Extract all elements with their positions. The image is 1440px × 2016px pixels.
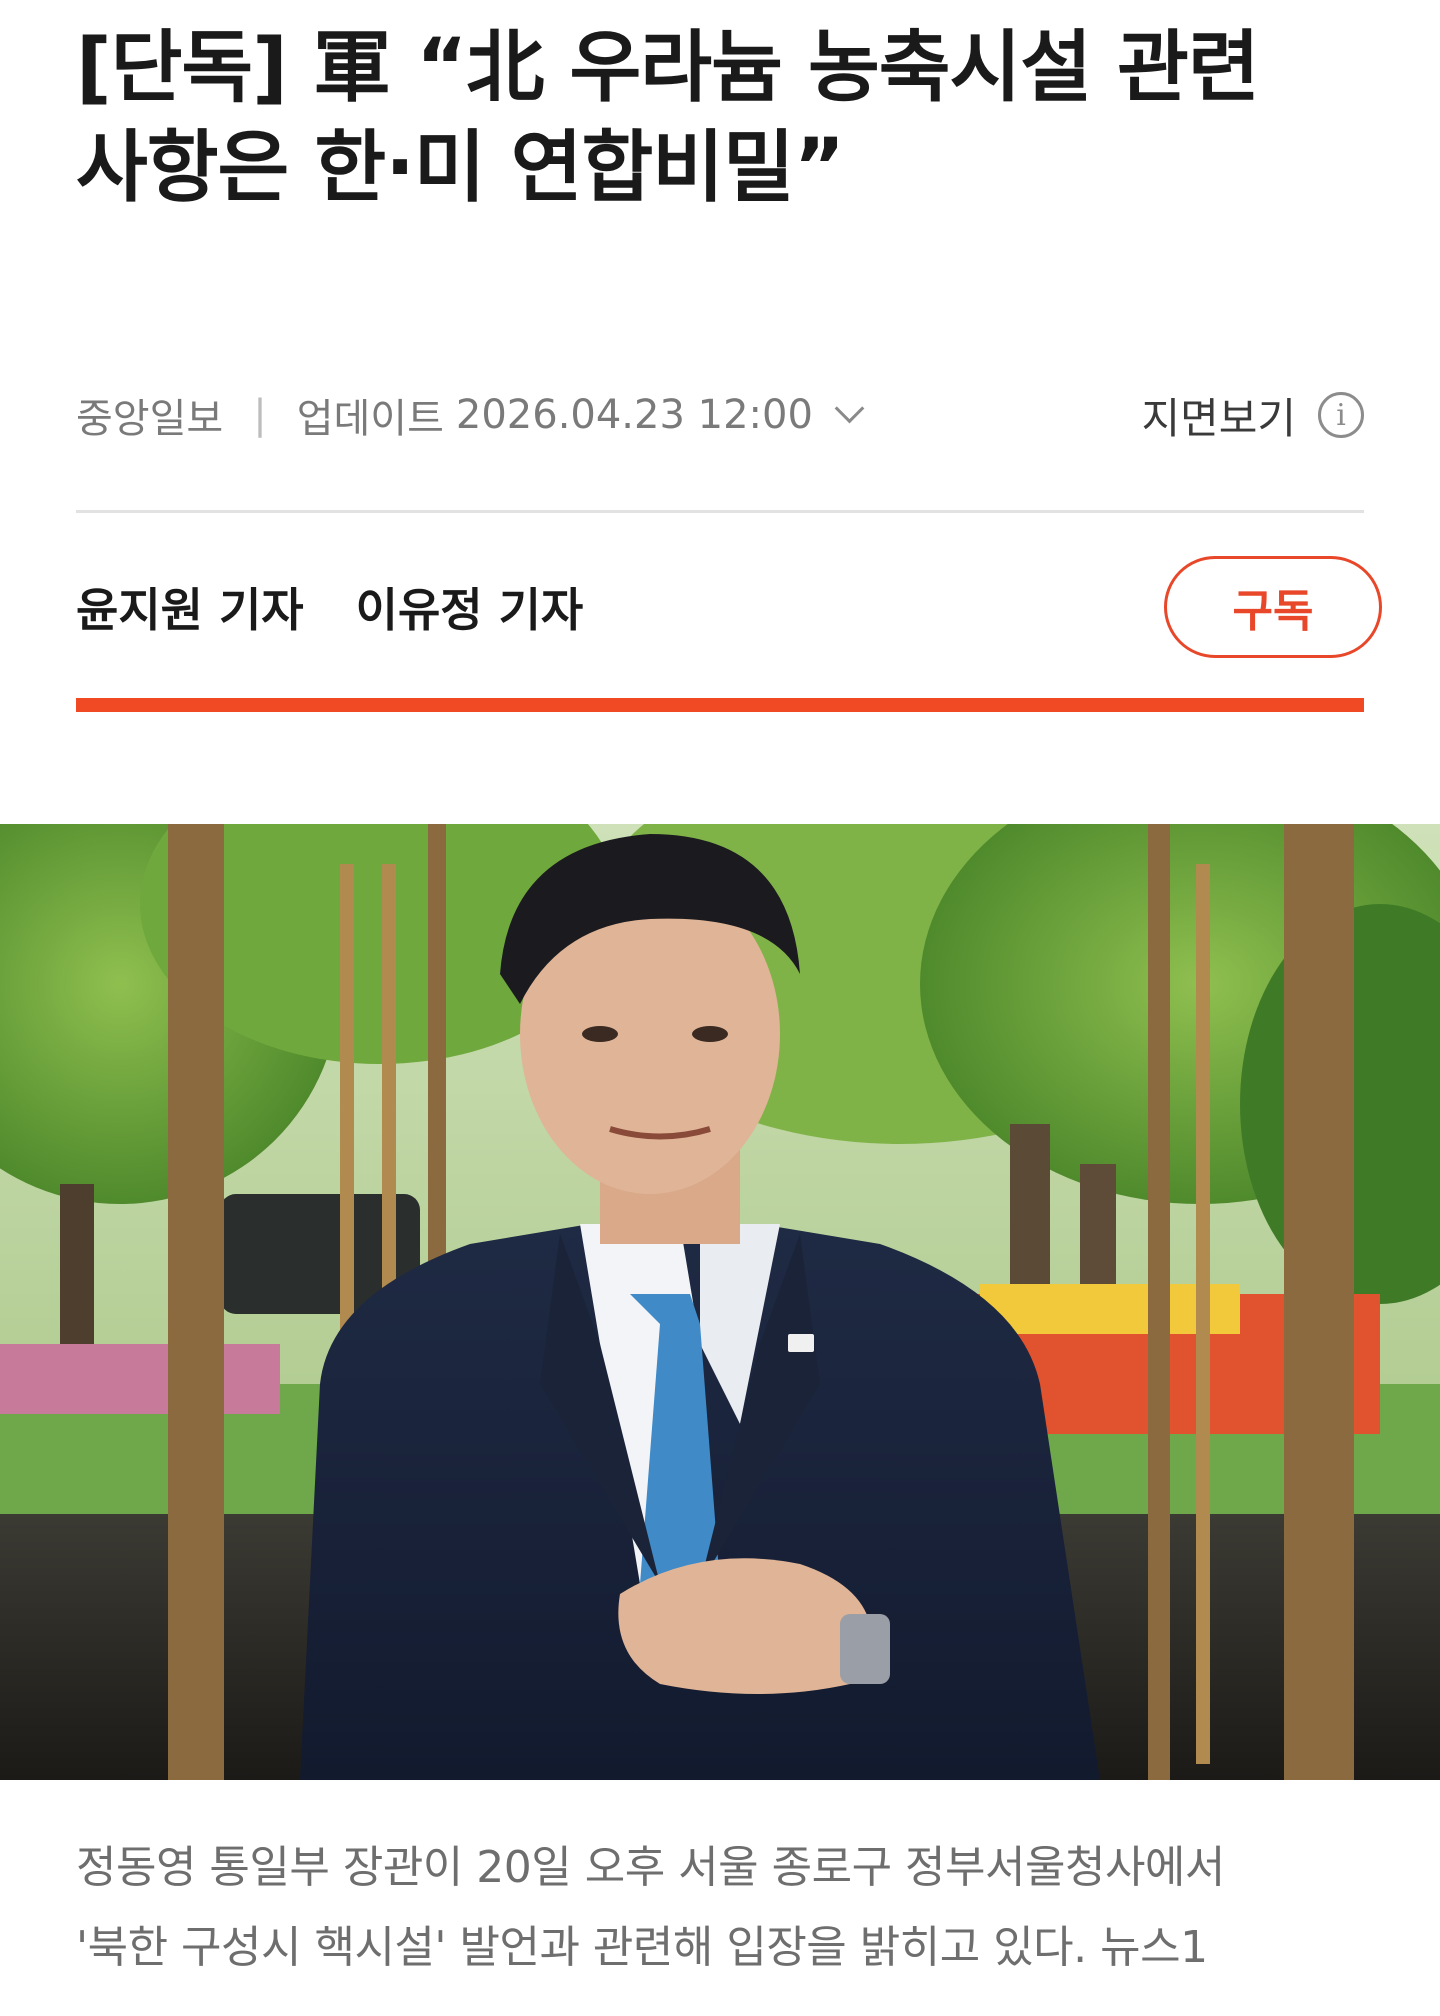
caption-line-2: '북한 구성시 핵시설' 발언과 관련해 입장을 밝히고 있다. 뉴스1: [76, 1922, 1208, 1973]
update-datetime: 2026.04.23 12:00: [455, 392, 813, 438]
publisher-name: 중앙일보: [76, 396, 224, 442]
article-page: [단독] 軍 “北 우라늄 농축시설 관련 사항은 한·미 연합비밀” 중앙일보…: [0, 0, 1440, 2016]
meta-divider: [76, 510, 1364, 513]
headline-line-2: 사항은 한·미 연합비밀”: [76, 123, 845, 213]
paper-view-label: 지면보기: [1141, 393, 1296, 443]
article-photo: [0, 824, 1440, 1780]
reporter-name[interactable]: 이유정 기자: [356, 574, 584, 640]
headline-line-1: [단독] 軍 “北 우라늄 농축시설 관련: [76, 23, 1260, 113]
article-photo-illustration: [0, 824, 1440, 1780]
reporter-name[interactable]: 윤지원 기자: [76, 574, 304, 640]
article-headline: [단독] 軍 “北 우라늄 농축시설 관련 사항은 한·미 연합비밀”: [76, 18, 1376, 218]
info-icon[interactable]: i: [1318, 392, 1364, 438]
photo-caption: 정동영 통일부 장관이 20일 오후 서울 종로구 정부서울청사에서 '북한 구…: [76, 1828, 1376, 1988]
chevron-down-icon[interactable]: [834, 393, 865, 423]
caption-line-1: 정동영 통일부 장관이 20일 오후 서울 종로구 정부서울청사에서: [76, 1842, 1225, 1893]
subscribe-button[interactable]: 구독: [1164, 556, 1382, 658]
meta-separator: |: [253, 392, 267, 438]
paper-view-button[interactable]: 지면보기 i: [1141, 385, 1364, 446]
update-label: 업데이트: [296, 396, 444, 442]
accent-divider: [76, 698, 1364, 712]
info-icon-glyph: i: [1336, 397, 1346, 433]
article-meta: 중앙일보 | 업데이트 2026.04.23 12:00 지면보기 i: [76, 384, 1364, 446]
reporter-list: 윤지원 기자 이유정 기자: [76, 570, 635, 644]
